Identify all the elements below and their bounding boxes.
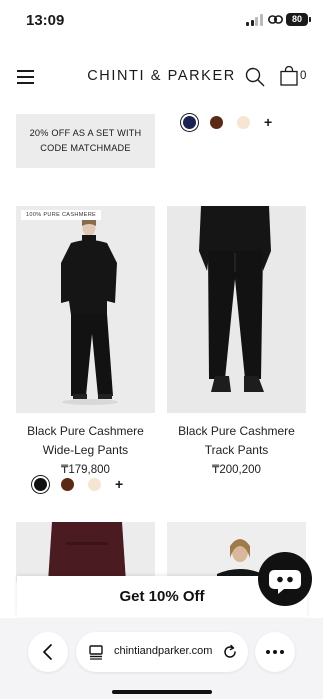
chat-button[interactable] [258,552,312,606]
product-name[interactable]: Black Pure Cashmere Track Pants [167,422,306,459]
product-price: ₸200,200 [212,464,261,476]
url-text[interactable]: chintiandparker.com [114,645,212,657]
swatch-brown[interactable] [61,478,74,491]
status-bar: 13:09 80 [0,0,323,44]
chat-icon [269,570,301,594]
search-icon[interactable] [245,67,265,87]
product-card[interactable]: Black Pure Cashmere Track Pants ₸200,200 [167,206,306,476]
product-name[interactable]: Black Pure Cashmere Wide-Leg Pants [16,422,155,459]
cellular-signal-icon [246,14,263,26]
home-indicator [112,690,212,694]
swatch-navy[interactable] [183,116,196,129]
address-bar[interactable]: chintiandparker.com [76,632,248,672]
product-image[interactable]: 100% PURE CASHMERE [16,206,155,413]
model-photo [16,206,155,413]
model-photo [167,206,306,413]
more-colors-button[interactable]: + [115,477,123,491]
color-swatches-top: + [183,115,272,129]
back-button[interactable] [28,632,68,672]
swatch-cream[interactable] [88,478,101,491]
product-price: ₸179,800 [61,464,110,476]
status-time: 13:09 [26,12,65,29]
product-badge: 100% PURE CASHMERE [21,210,102,220]
reload-icon[interactable] [222,644,238,660]
model-photo [16,522,155,582]
shopping-bag-icon[interactable] [280,66,298,86]
swatch-black[interactable] [34,478,47,491]
site-header: CHINTI & PARKER 0 [0,56,323,100]
product-card[interactable]: 100% PURE CASHMERE Black Pure Cashmere W… [16,206,155,476]
product-image[interactable] [16,522,155,582]
promo-banner: 20% OFF AS A SET WITH CODE MATCHMADE [16,114,155,168]
battery-icon: 80 [286,13,308,26]
brand-logo[interactable]: CHINTI & PARKER [0,68,323,84]
chevron-left-icon [43,644,52,660]
color-swatches-product-1: + [34,477,123,491]
bag-count: 0 [300,70,307,82]
more-colors-button[interactable]: + [264,115,272,129]
tabs-icon[interactable] [88,644,104,660]
product-image[interactable] [167,206,306,413]
more-options-button[interactable] [255,632,295,672]
swatch-cream[interactable] [237,116,250,129]
ellipsis-icon [266,650,284,654]
battery-tip [309,17,311,22]
personal-hotspot-icon [268,15,283,24]
browser-toolbar: chintiandparker.com [0,618,323,699]
swatch-brown[interactable] [210,116,223,129]
